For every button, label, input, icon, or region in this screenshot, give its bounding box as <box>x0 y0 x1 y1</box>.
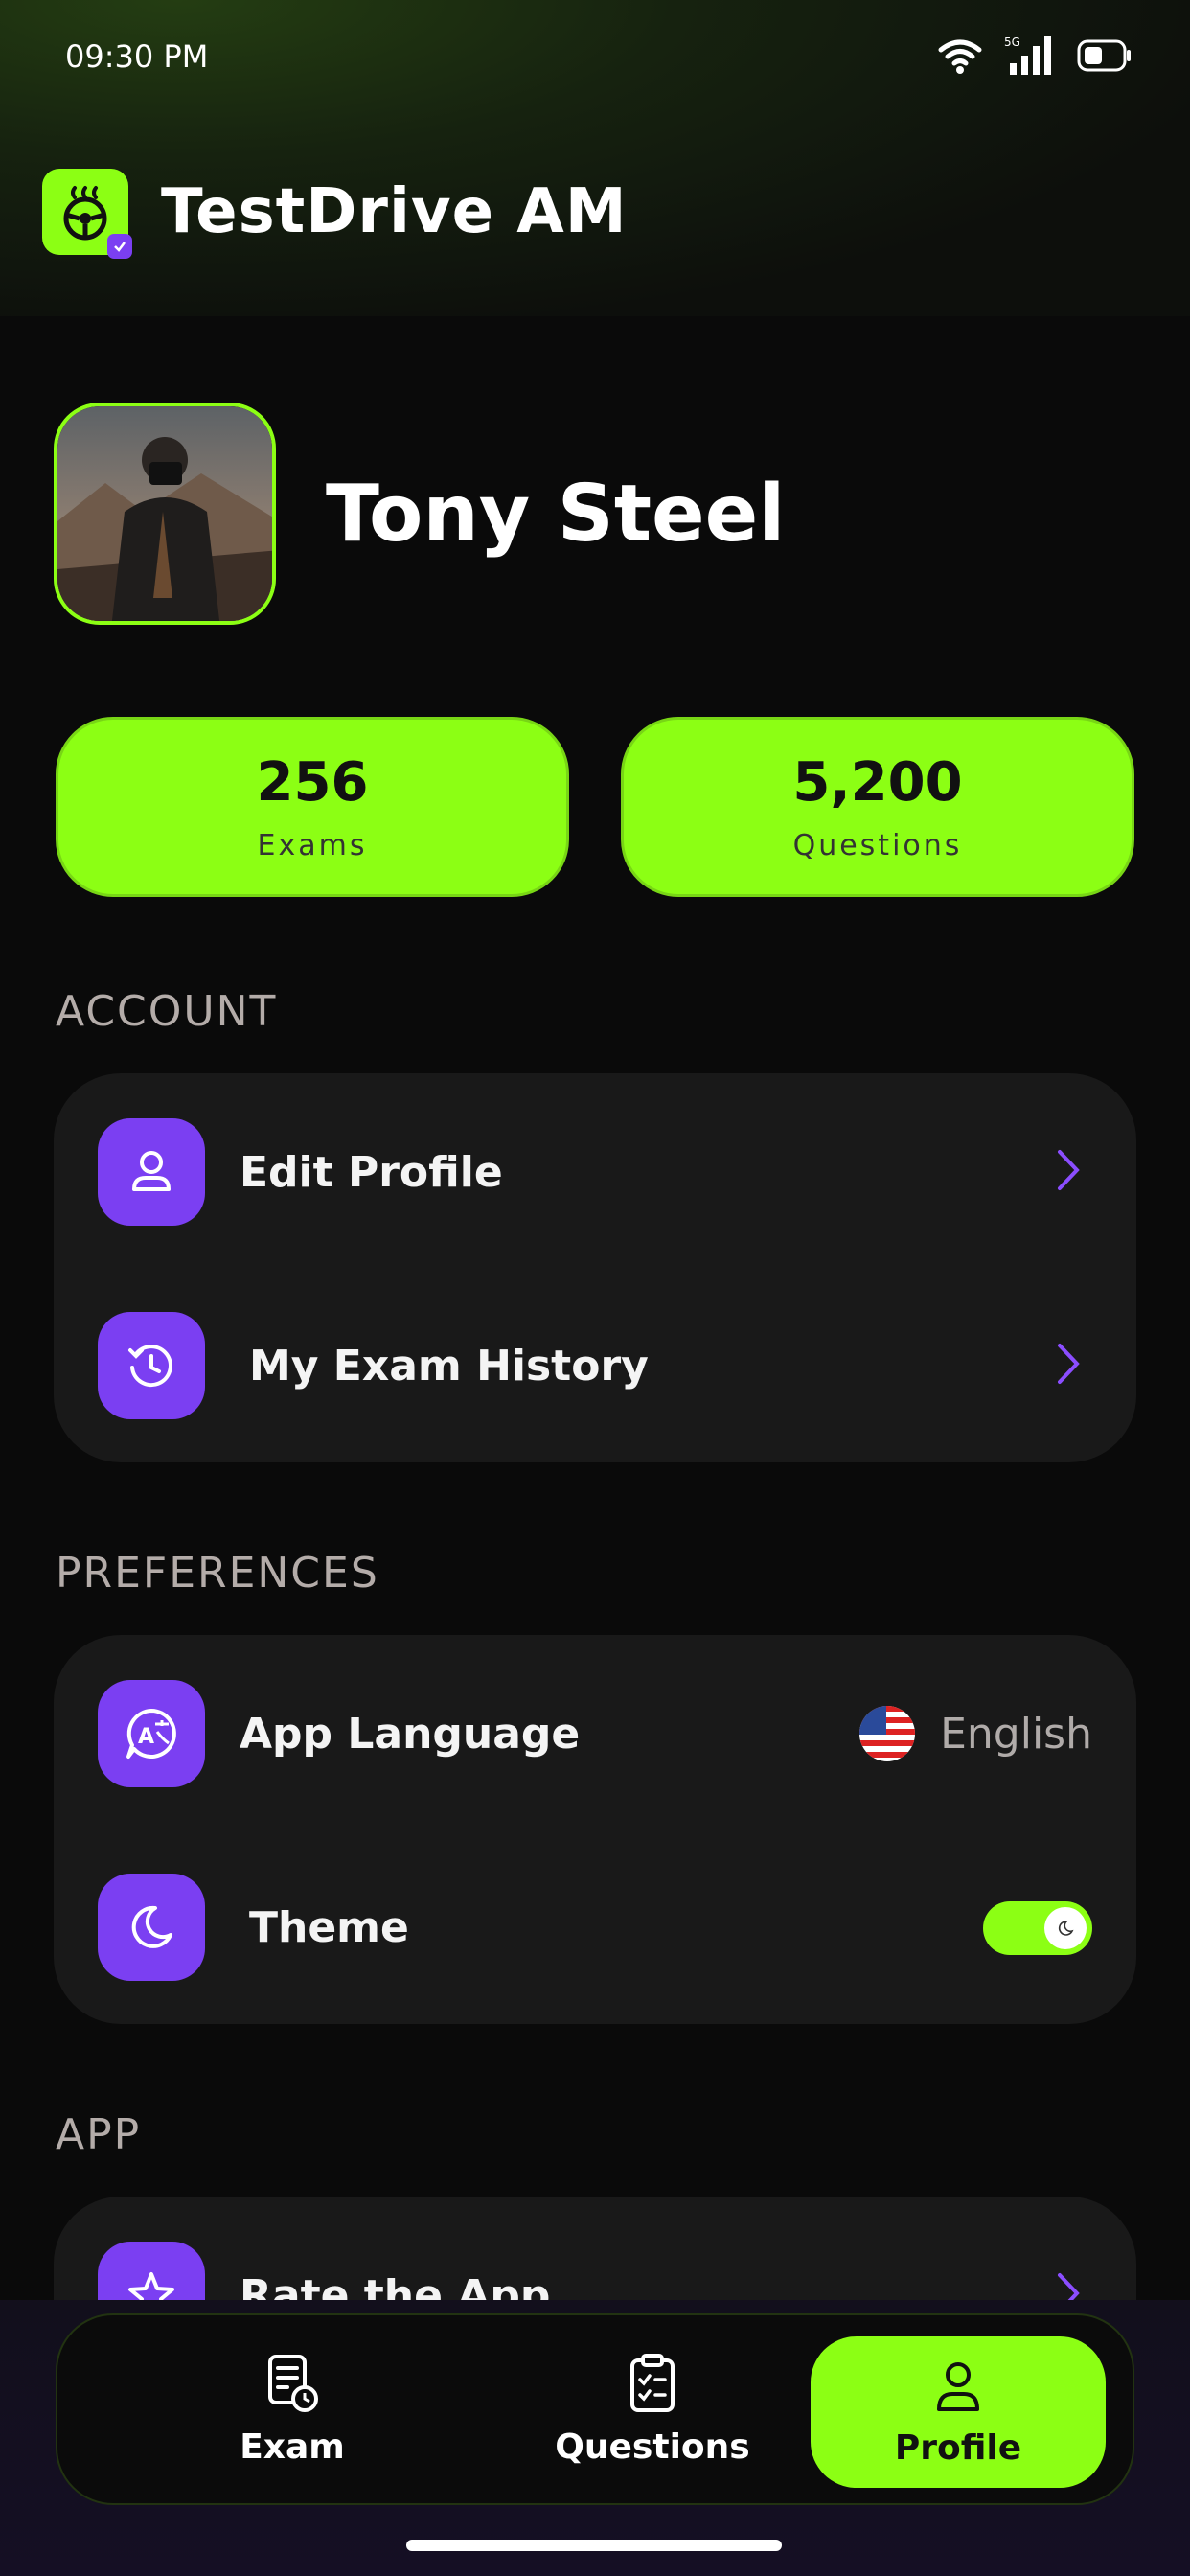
tab-label: Profile <box>894 2427 1022 2468</box>
moon-small-icon <box>1058 1920 1074 1936</box>
bottom-tab-bar: Exam Questions Profile <box>56 2313 1134 2505</box>
user-icon <box>98 1118 205 1226</box>
app-title: TestDrive AM <box>161 176 628 247</box>
battery-icon <box>1077 39 1131 72</box>
stats-row: 256 Exams 5,200 Questions <box>56 717 1134 897</box>
menu-item-edit-profile[interactable]: Edit Profile <box>98 1117 1092 1227</box>
stat-card-questions: 5,200 Questions <box>621 717 1134 897</box>
language-selector[interactable]: English <box>859 1706 1092 1761</box>
wifi-icon <box>938 39 982 74</box>
verified-badge-icon <box>107 234 132 259</box>
signal-icon: 5G <box>1004 35 1051 75</box>
toggle-knob <box>1044 1907 1087 1949</box>
clipboard-icon <box>630 2353 675 2412</box>
section-title-account: ACCOUNT <box>56 987 278 1036</box>
moon-icon <box>98 1874 205 1981</box>
status-bar: 09:30 PM 5G <box>0 0 1190 115</box>
theme-toggle[interactable] <box>983 1901 1092 1955</box>
menu-item-label: My Exam History <box>249 1341 649 1391</box>
history-icon <box>98 1312 205 1419</box>
chevron-right-icon <box>1058 1150 1080 1190</box>
profile-header: Tony Steel <box>54 402 785 625</box>
tab-exam[interactable]: Exam <box>144 2315 441 2503</box>
status-icons: 5G <box>937 34 1133 77</box>
home-indicator[interactable] <box>406 2540 782 2551</box>
stat-value: 256 <box>256 751 369 814</box>
section-title-app: APP <box>56 2110 142 2159</box>
preferences-card: A App Language English Theme <box>54 1635 1136 2024</box>
menu-item-label: App Language <box>240 1709 581 1759</box>
stat-card-exams: 256 Exams <box>56 717 569 897</box>
tab-label: Exam <box>240 2426 345 2467</box>
app-logo-icon <box>42 169 132 259</box>
svg-text:A: A <box>138 1725 154 1749</box>
tab-questions[interactable]: Questions <box>504 2315 801 2503</box>
profile-icon <box>937 2361 979 2411</box>
app-header: TestDrive AM <box>42 169 628 259</box>
avatar[interactable] <box>54 402 276 625</box>
menu-item-label: Theme <box>249 1902 409 1952</box>
status-time: 09:30 PM <box>65 38 209 75</box>
tab-profile[interactable]: Profile <box>811 2336 1106 2488</box>
network-label: 5G <box>1004 35 1020 49</box>
stat-label: Exams <box>257 829 368 862</box>
menu-item-app-language[interactable]: A App Language English <box>98 1679 1092 1788</box>
stat-value: 5,200 <box>792 751 963 814</box>
menu-item-exam-history[interactable]: My Exam History <box>98 1311 1092 1420</box>
language-icon: A <box>98 1680 205 1787</box>
menu-item-theme: Theme <box>98 1873 1092 1982</box>
section-title-preferences: PREFERENCES <box>56 1549 379 1598</box>
account-card: Edit Profile My Exam History <box>54 1073 1136 1462</box>
stat-label: Questions <box>792 829 963 862</box>
exam-icon <box>268 2354 318 2412</box>
chevron-right-icon <box>1058 1344 1080 1384</box>
language-value: English <box>940 1709 1092 1759</box>
user-name: Tony Steel <box>326 468 786 560</box>
tab-label: Questions <box>555 2426 750 2467</box>
menu-item-label: Edit Profile <box>240 1147 503 1197</box>
us-flag-icon <box>859 1706 916 1761</box>
